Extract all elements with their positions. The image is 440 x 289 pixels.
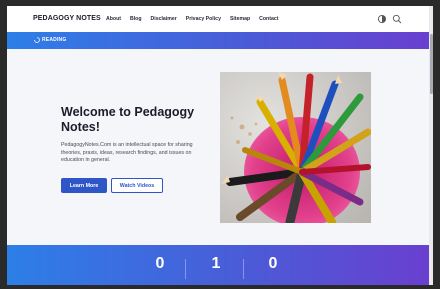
learn-more-button[interactable]: Learn More — [61, 178, 107, 193]
site-header: PEDAGOGY NOTES About Blog Disclaimer Pri… — [7, 6, 433, 33]
nav-privacy-policy[interactable]: Privacy Policy — [186, 16, 221, 22]
counter-value: 0 — [155, 255, 165, 272]
browser-viewport: PEDAGOGY NOTES About Blog Disclaimer Pri… — [7, 6, 433, 285]
divider — [243, 259, 244, 279]
search-icon[interactable] — [392, 14, 402, 24]
theme-toggle-icon[interactable] — [377, 14, 387, 24]
page-scrollbar[interactable] — [429, 6, 433, 285]
hero-title: Welcome to Pedagogy Notes! — [61, 105, 195, 134]
nav-about[interactable]: About — [106, 16, 121, 22]
reading-label: READING — [42, 37, 67, 43]
scrollbar-thumb[interactable] — [429, 34, 433, 94]
hero-image — [220, 72, 371, 223]
main-nav: About Blog Disclaimer Privacy Policy Sit… — [106, 16, 278, 22]
reading-indicator: READING — [34, 37, 66, 43]
reading-ribbon: READING — [7, 32, 433, 49]
spinner-icon — [34, 37, 40, 43]
nav-disclaimer[interactable]: Disclaimer — [151, 16, 177, 22]
divider — [185, 259, 186, 279]
site-logo[interactable]: PEDAGOGY NOTES — [33, 15, 101, 22]
nav-blog[interactable]: Blog — [130, 16, 142, 22]
counter-value: 1 — [211, 255, 221, 272]
nav-contact[interactable]: Contact — [259, 16, 278, 22]
watch-videos-button[interactable]: Watch Videos — [111, 178, 163, 193]
nav-sitemap[interactable]: Sitemap — [230, 16, 250, 22]
hero-description: PedagogyNotes.Com is an intellectual spa… — [61, 142, 193, 163]
counter-value: 0 — [268, 255, 278, 272]
counter-banner: 0 1 0 — [7, 245, 433, 285]
